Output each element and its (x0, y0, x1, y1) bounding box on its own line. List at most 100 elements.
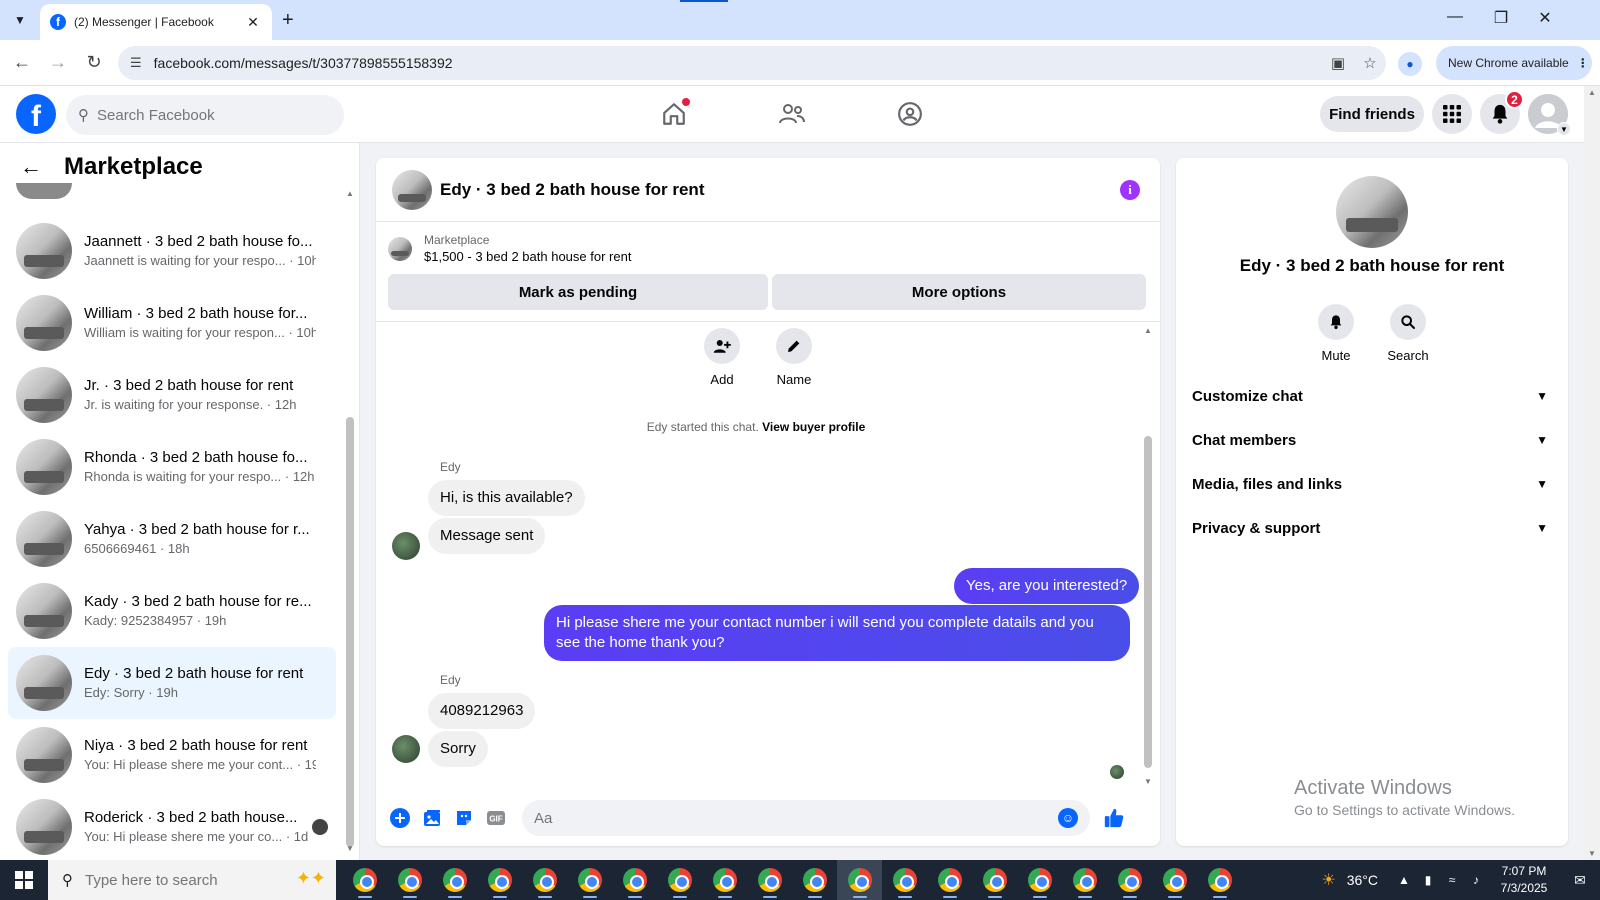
account-avatar[interactable]: ▼ (1528, 94, 1571, 136)
conversation-item[interactable]: Kady · 3 bed 2 bath house for re... Kady:… (8, 575, 336, 647)
chrome-taskbar-icon[interactable] (612, 860, 657, 900)
chrome-taskbar-icon[interactable] (1197, 860, 1242, 900)
name-action[interactable]: Name (764, 328, 824, 387)
sidebar-scroll-thumb[interactable] (346, 417, 354, 847)
chrome-taskbar-icon[interactable] (522, 860, 567, 900)
sender-avatar[interactable] (392, 735, 420, 763)
menu-button[interactable] (1432, 94, 1472, 134)
back-arrow-icon[interactable]: ← (20, 154, 42, 180)
kebab-menu-icon[interactable]: ⋮ (1577, 56, 1589, 70)
chrome-taskbar-icon[interactable] (657, 860, 702, 900)
friends-nav-button[interactable] (762, 96, 822, 132)
listing-summary[interactable]: Marketplace $1,500 - 3 bed 2 bath house … (388, 232, 631, 266)
scroll-up-arrow-icon[interactable]: ▲ (1142, 326, 1154, 335)
chrome-taskbar-icon-active[interactable] (837, 860, 882, 900)
info-icon[interactable]: i (1120, 180, 1140, 200)
chrome-taskbar-icon[interactable] (927, 860, 972, 900)
scroll-down-arrow-icon[interactable]: ▼ (1584, 849, 1600, 858)
chrome-profile-icon[interactable]: ● (1398, 52, 1422, 76)
message-input[interactable] (534, 809, 1058, 827)
taskbar-search-input[interactable] (85, 871, 265, 889)
chrome-taskbar-icon[interactable] (567, 860, 612, 900)
add-action[interactable]: Add (692, 328, 752, 387)
incoming-message[interactable]: Hi, is this available? (428, 480, 585, 516)
conversation-item[interactable]: Jr. · 3 bed 2 bath house for rent Jr. is … (8, 359, 336, 431)
page-scrollbar[interactable]: ▲ ▼ (1584, 86, 1600, 860)
sender-avatar[interactable] (392, 532, 420, 560)
browser-tab[interactable]: f (2) Messenger | Facebook ✕ (40, 4, 272, 40)
conversation-item[interactable]: Jaannett · 3 bed 2 bath house fo... Jaann… (8, 215, 336, 287)
chrome-update-button[interactable]: New Chrome available ⋮ (1436, 46, 1592, 80)
sidebar-scrollbar[interactable]: ▲ ▼ (344, 187, 356, 855)
outgoing-message[interactable]: Hi please shere me your contact number i… (544, 605, 1130, 661)
minimize-icon[interactable]: — (1440, 8, 1470, 26)
taskbar-clock[interactable]: 7:07 PM 7/3/2025 (1488, 863, 1560, 897)
site-info-icon[interactable]: ☰ (130, 55, 142, 71)
conversation-item-active[interactable]: Edy · 3 bed 2 bath house for rent Edy: So… (8, 647, 336, 719)
conversation-item[interactable]: William · 3 bed 2 bath house for... Willi… (8, 287, 336, 359)
wifi-icon[interactable]: ≈ (1440, 873, 1464, 887)
chrome-taskbar-icon[interactable] (342, 860, 387, 900)
mute-action[interactable]: Mute (1306, 304, 1366, 363)
chrome-taskbar-icon[interactable] (882, 860, 927, 900)
chat-members-section[interactable]: Chat members ▼ (1192, 418, 1552, 462)
groups-nav-button[interactable] (880, 96, 940, 132)
chrome-taskbar-icon[interactable] (792, 860, 837, 900)
home-nav-button[interactable] (644, 96, 704, 132)
incoming-message[interactable]: Message sent (428, 518, 546, 554)
chevron-up-icon[interactable]: ▲ (1392, 873, 1416, 887)
chrome-taskbar-icon[interactable] (432, 860, 477, 900)
volume-icon[interactable]: ♪ (1464, 873, 1488, 887)
chrome-taskbar-icon[interactable] (1107, 860, 1152, 900)
chrome-taskbar-icon[interactable] (387, 860, 432, 900)
chat-scroll-thumb[interactable] (1144, 436, 1152, 768)
chat-scrollbar[interactable]: ▲ ▼ (1142, 326, 1154, 786)
notification-center-icon[interactable]: ✉ (1560, 872, 1600, 889)
scroll-down-arrow-icon[interactable]: ▼ (344, 844, 356, 853)
chrome-taskbar-icon[interactable] (1017, 860, 1062, 900)
restore-icon[interactable]: ❐ (1486, 8, 1516, 28)
windows-start-icon[interactable] (0, 860, 48, 900)
photo-gallery-icon[interactable] (416, 802, 448, 834)
new-tab-plus-icon[interactable]: + (282, 8, 294, 32)
chrome-taskbar-icon[interactable] (972, 860, 1017, 900)
info-listing-thumbnail[interactable] (1336, 176, 1408, 248)
customize-chat-section[interactable]: Customize chat ▼ (1192, 374, 1552, 418)
conversation-item[interactable]: Roderick · 3 bed 2 bath house... You: Hi … (8, 791, 336, 860)
incoming-message[interactable]: 4089212963 (428, 693, 536, 729)
reload-icon[interactable]: ↻ (82, 52, 106, 72)
conversation-item[interactable]: Rhonda · 3 bed 2 bath house fo... Rhonda … (8, 431, 336, 503)
chrome-taskbar-icon[interactable] (477, 860, 522, 900)
conversation-item[interactable]: Niya · 3 bed 2 bath house for rent You: H… (8, 719, 336, 791)
mark-as-pending-button[interactable]: Mark as pending (388, 274, 768, 310)
privacy-support-section[interactable]: Privacy & support ▼ (1192, 506, 1552, 550)
tab-search-chevron-icon[interactable]: ▼ (8, 8, 32, 32)
media-files-links-section[interactable]: Media, files and links ▼ (1192, 462, 1552, 506)
scroll-down-arrow-icon[interactable]: ▼ (1142, 777, 1154, 786)
view-buyer-profile-link[interactable]: View buyer profile (762, 420, 865, 434)
notifications-button[interactable]: 2 (1480, 90, 1524, 134)
window-close-icon[interactable]: ✕ (1530, 8, 1560, 28)
plus-circle-icon[interactable] (384, 802, 416, 834)
chrome-taskbar-icon[interactable] (1062, 860, 1107, 900)
facebook-search-input[interactable] (97, 106, 317, 124)
gif-icon[interactable]: GIF (480, 802, 512, 834)
battery-icon[interactable]: ▮ (1416, 873, 1440, 887)
sticker-icon[interactable] (448, 802, 480, 834)
install-app-icon[interactable]: ▣ (1322, 54, 1354, 72)
chrome-taskbar-icon[interactable] (1152, 860, 1197, 900)
address-bar[interactable]: ☰ facebook.com/messages/t/30377898555158… (118, 46, 1386, 80)
chat-title[interactable]: Edy · 3 bed 2 bath house for rent (440, 180, 704, 200)
chat-listing-thumbnail[interactable] (392, 169, 432, 210)
search-in-conversation-action[interactable]: Search (1378, 304, 1438, 363)
thumbs-up-icon[interactable] (1098, 802, 1130, 834)
incoming-message[interactable]: Sorry (428, 731, 488, 767)
facebook-search[interactable]: ⚲ (66, 95, 344, 135)
outgoing-message[interactable]: Yes, are you interested? (954, 568, 1140, 604)
tab-close-icon[interactable]: ✕ (244, 14, 262, 31)
url-text[interactable]: facebook.com/messages/t/3037789855515839… (154, 55, 1322, 71)
taskbar-search[interactable]: ⚲ ✦✦ (48, 860, 336, 900)
facebook-logo-icon[interactable]: f (16, 94, 56, 134)
chrome-taskbar-icon[interactable] (702, 860, 747, 900)
emoji-icon[interactable]: ☺ (1058, 808, 1078, 828)
